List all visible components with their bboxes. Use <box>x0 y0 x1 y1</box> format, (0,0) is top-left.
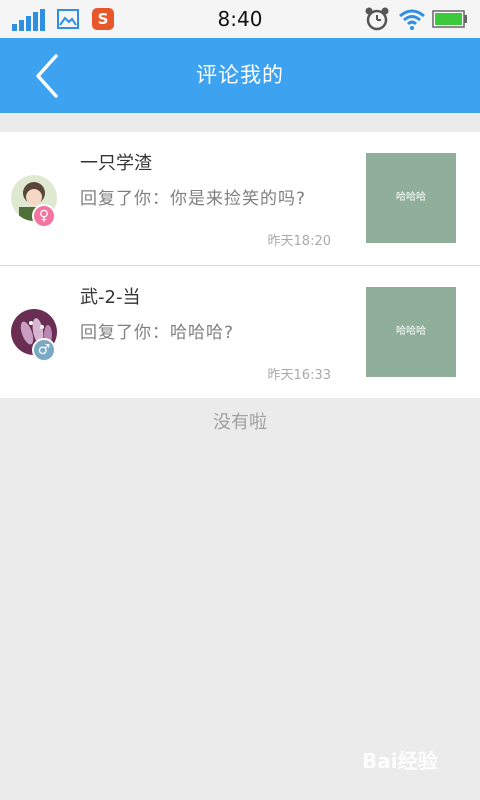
alarm-icon <box>365 7 389 31</box>
commenter-name[interactable]: 武-2-当 <box>80 283 140 309</box>
page-title: 评论我的 <box>196 63 284 87</box>
post-thumbnail[interactable]: 哈哈哈 <box>366 153 456 243</box>
post-thumbnail[interactable]: 哈哈哈 <box>366 287 456 377</box>
comment-time: 昨天18:20 <box>267 234 331 249</box>
male-icon: ♂ <box>32 338 56 362</box>
comment-item[interactable]: ♂ 武-2-当 回复了你：哈哈哈? 昨天16:33 哈哈哈 <box>0 265 480 398</box>
reply-text: 回复了你：哈哈哈? <box>80 323 235 343</box>
female-icon: ♀ <box>32 204 56 228</box>
comment-list: ♀ 一只学渣 回复了你：你是来捡笑的吗? 昨天18:20 哈哈哈 ♂ 武-2-当… <box>0 132 480 398</box>
comment-time: 昨天16:33 <box>267 368 331 383</box>
comment-item[interactable]: ♀ 一只学渣 回复了你：你是来捡笑的吗? 昨天18:20 哈哈哈 <box>0 132 480 265</box>
end-of-list-text: 没有啦 <box>213 412 267 433</box>
header-bar: 评论我的 <box>0 38 480 113</box>
commenter-name[interactable]: 一只学渣 <box>80 149 152 175</box>
status-bar: S 8:40 <box>0 0 480 38</box>
reply-text: 回复了你：你是来捡笑的吗? <box>80 189 307 209</box>
wifi-icon <box>399 9 425 30</box>
battery-icon <box>432 10 467 28</box>
baidu-watermark: Bai经验 <box>362 749 438 773</box>
